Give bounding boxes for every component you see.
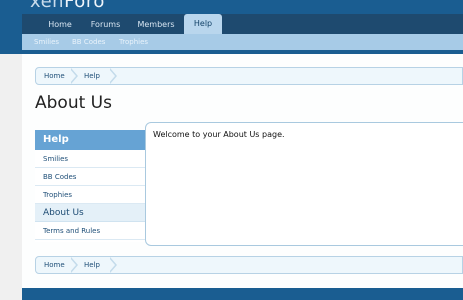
sidebar-heading[interactable]: Help: [35, 130, 147, 150]
tab-forums[interactable]: Forums: [83, 15, 128, 34]
tab-members[interactable]: Members: [132, 15, 180, 34]
sidebar-item-about-us[interactable]: About Us: [35, 204, 147, 222]
site-footer: [22, 288, 463, 300]
breadcrumb-separator-inner: [70, 258, 76, 272]
page-left-margin: [0, 54, 22, 288]
breadcrumb-home[interactable]: Home: [44, 257, 65, 273]
subnav-smilies[interactable]: Smilies: [34, 36, 59, 48]
breadcrumb-separator-inner: [70, 69, 76, 83]
subnav-trophies[interactable]: Trophies: [119, 36, 148, 48]
breadcrumb-help[interactable]: Help: [84, 257, 100, 273]
breadcrumb-help[interactable]: Help: [84, 68, 100, 84]
breadcrumb-bottom: Home Help: [35, 256, 463, 274]
subnav-bb-codes[interactable]: BB Codes: [72, 36, 105, 48]
breadcrumb-home[interactable]: Home: [44, 68, 65, 84]
site-logo[interactable]: xenForo: [30, 0, 105, 12]
breadcrumb-separator-inner: [109, 69, 115, 83]
sidebar-item-smilies[interactable]: Smilies: [35, 150, 147, 168]
welcome-text: Welcome to your About Us page.: [153, 130, 285, 139]
tab-home[interactable]: Home: [40, 15, 80, 34]
sidebar-item-trophies[interactable]: Trophies: [35, 186, 147, 204]
sidebar-item-terms-and-rules[interactable]: Terms and Rules: [35, 222, 147, 240]
main-content-panel: [145, 122, 463, 246]
footer-left-margin: [0, 288, 22, 300]
tab-help[interactable]: Help: [184, 14, 222, 34]
breadcrumb-top: Home Help: [35, 67, 463, 85]
page-title: About Us: [35, 93, 112, 113]
logo-light-text: xen: [30, 0, 65, 12]
breadcrumb-separator-inner: [109, 258, 115, 272]
logo-bold-text: Foro: [64, 0, 105, 12]
sidebar-item-bb-codes[interactable]: BB Codes: [35, 168, 147, 186]
